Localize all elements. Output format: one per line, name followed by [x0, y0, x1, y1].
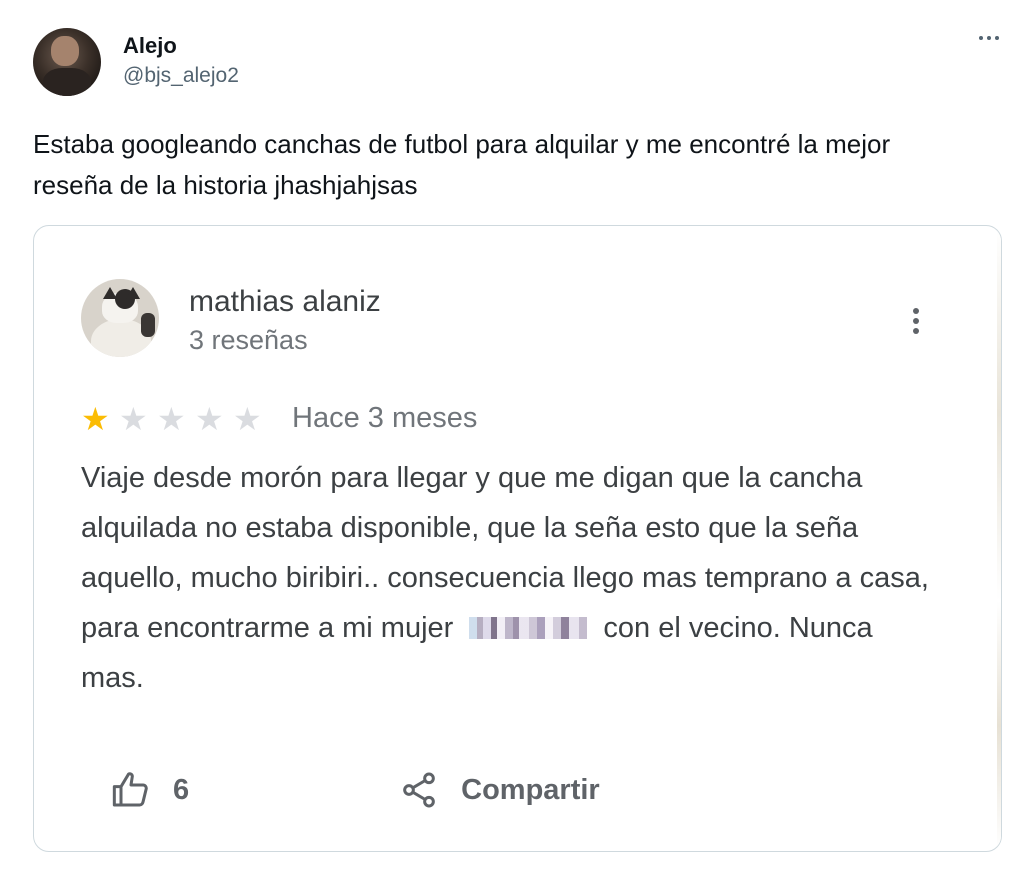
star-filled-icon: ★ [81, 400, 110, 437]
star-empty-icon: ★ [157, 400, 186, 437]
star-empty-icon: ★ [233, 400, 262, 437]
star-empty-icon: ★ [195, 400, 224, 437]
reviewer-avatar [81, 279, 159, 357]
share-icon [403, 772, 435, 808]
like-count: 6 [173, 773, 190, 806]
thumbs-up-icon [112, 772, 148, 807]
author-handle[interactable]: @bjs_alejo2 [123, 64, 239, 88]
review-actions: 6 Compartir [111, 770, 600, 810]
card-edge [997, 226, 1001, 851]
tweet-text: Estaba googleando canchas de futbol para… [33, 129, 891, 200]
share-label: Compartir [461, 773, 600, 806]
rating-row: ★ ★ ★ ★ ★ Hace 3 meses [81, 402, 477, 435]
reviewer: mathias alaniz 3 reseñas [81, 279, 381, 357]
like-button: 6 [111, 770, 189, 810]
share-button: Compartir [399, 770, 600, 810]
review-screenshot-card[interactable]: mathias alaniz 3 reseñas ★ ★ ★ ★ ★ Hace … [33, 225, 1002, 852]
tweet-header: Alejo @bjs_alejo2 [33, 28, 999, 96]
star-empty-icon: ★ [119, 400, 148, 437]
author-display-name[interactable]: Alejo [123, 33, 239, 59]
reviewer-name: mathias alaniz [189, 285, 381, 318]
author-avatar[interactable] [33, 28, 101, 96]
review-date: Hace 3 meses [292, 402, 478, 434]
author-meta: Alejo @bjs_alejo2 [123, 33, 239, 88]
ellipsis-horizontal-icon[interactable] [979, 36, 999, 40]
reviewer-meta: mathias alaniz 3 reseñas [189, 285, 381, 356]
reviewer-review-count: 3 reseñas [189, 325, 308, 355]
kebab-menu-icon [913, 308, 919, 334]
review-text: Viaje desde morón para llegar y que me d… [81, 453, 941, 703]
tweet: Alejo @bjs_alejo2 Estaba googleando canc… [0, 0, 1023, 870]
pixelated-redaction [461, 617, 596, 639]
